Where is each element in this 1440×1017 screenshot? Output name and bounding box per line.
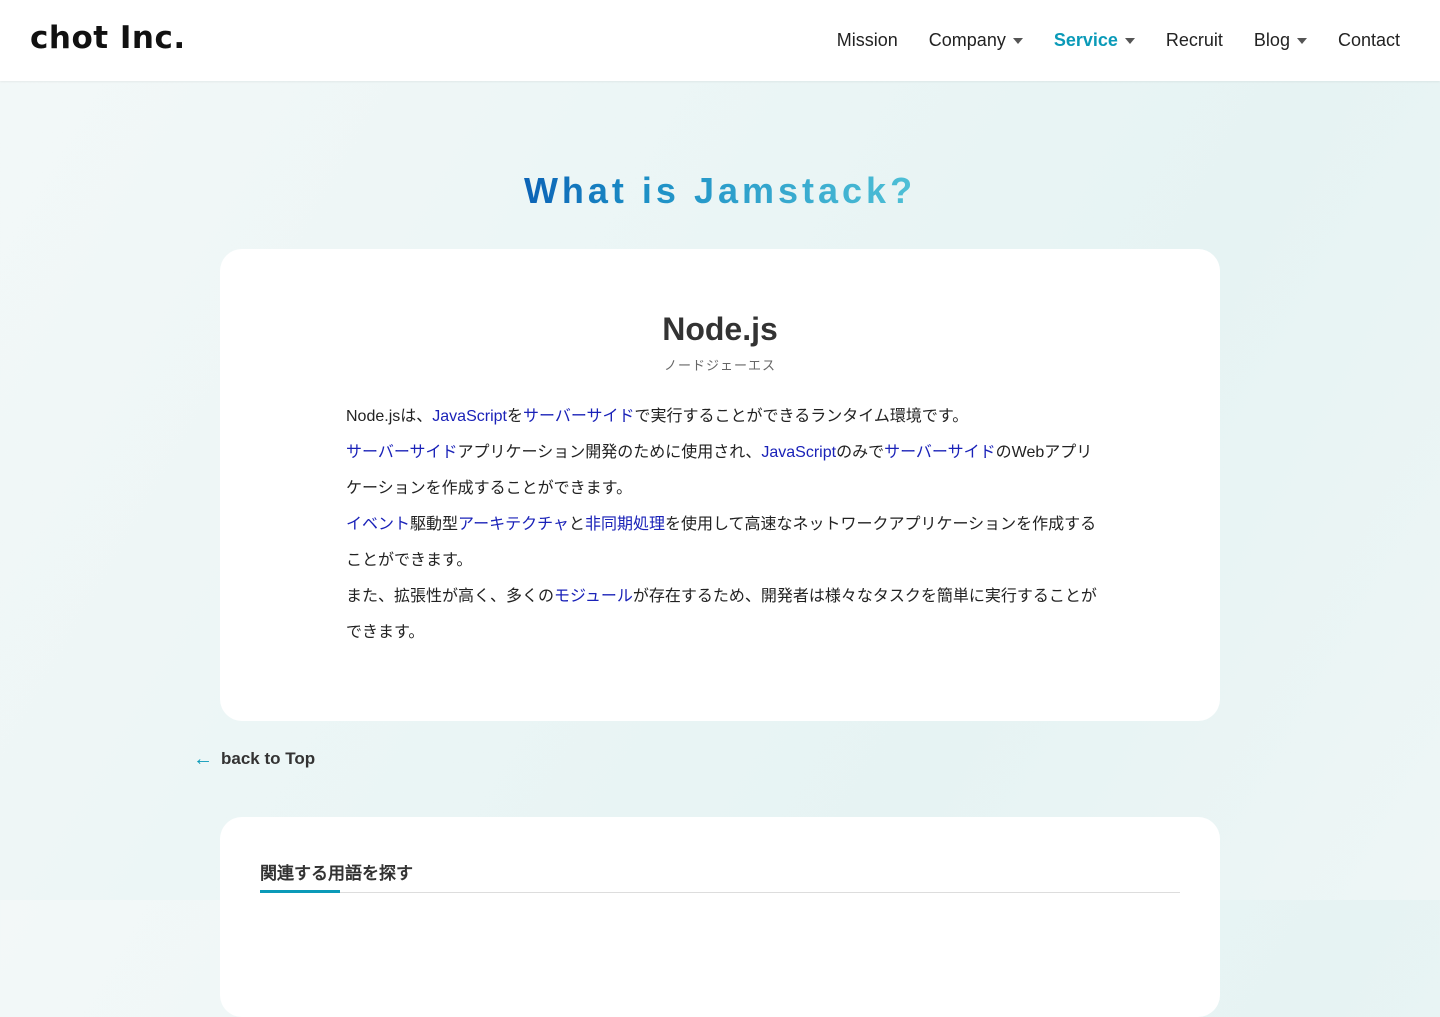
description-text: Node.jsは、	[346, 408, 433, 425]
description-paragraph: また、拡張性が高く、多くのモジュールが存在するため、開発者は様々なタスクを簡単に…	[346, 579, 1106, 651]
term-name: Node.js	[662, 311, 778, 347]
description-text: のみで	[836, 444, 885, 461]
description-text: と	[568, 516, 585, 533]
active-tab-underline	[260, 890, 340, 893]
description-text: アプリケーション開発のために使用され、	[457, 444, 762, 461]
glossary-link[interactable]: サーバーサイド	[346, 444, 458, 461]
description-text: で実行することができるランタイム環境です。	[634, 408, 969, 425]
term-reading: ノードジェーエス	[663, 358, 776, 373]
caret-down-icon	[1124, 37, 1135, 44]
glossary-link[interactable]: JavaScript	[432, 408, 507, 425]
caret-down-icon	[1296, 37, 1307, 44]
nav-item-company[interactable]: Company	[929, 30, 1023, 51]
nav-item-label: Company	[928, 30, 1006, 50]
nav-item-label: Blog	[1253, 30, 1290, 50]
nav-item-mission[interactable]: Mission	[837, 30, 898, 51]
related-terms-card: 関連する用語を探す	[220, 817, 1220, 1017]
nav-item-label: Contact	[1337, 30, 1400, 50]
nav-item-contact[interactable]: Contact	[1338, 30, 1400, 51]
glossary-link[interactable]: JavaScript	[761, 444, 836, 461]
term-description: Node.jsは、JavaScriptをサーバーサイドで実行することができるラン…	[346, 399, 1106, 651]
nav-item-service[interactable]: Service	[1054, 30, 1135, 51]
hero-title: What is Jamstack?	[0, 170, 1440, 212]
description-text: を	[506, 408, 523, 425]
glossary-link[interactable]: モジュール	[554, 588, 633, 605]
divider	[260, 892, 1180, 893]
description-paragraph: サーバーサイドアプリケーション開発のために使用され、JavaScriptのみでサ…	[346, 435, 1106, 507]
description-paragraph: Node.jsは、JavaScriptをサーバーサイドで実行することができるラン…	[346, 399, 1106, 435]
related-terms-title: 関連する用語を探す	[260, 864, 413, 883]
glossary-link[interactable]: 非同期処理	[585, 516, 665, 533]
arrow-left-icon: ←	[193, 748, 213, 770]
description-text: また、拡張性が高く、多くの	[346, 588, 555, 605]
site-header: chot Inc. Mission Company Service Recruit Bl…	[0, 0, 1440, 81]
glossary-link[interactable]: イベント	[346, 516, 410, 533]
hero-title-text: What is Jamstack?	[523, 170, 917, 211]
description-paragraph: イベント駆動型アーキテクチャと非同期処理を使用して高速なネットワークアプリケーシ…	[346, 507, 1106, 579]
nav-item-label: Mission	[836, 30, 898, 50]
glossary-link[interactable]: サーバーサイド	[523, 408, 635, 425]
nav-item-label: Service	[1053, 30, 1118, 50]
nav-item-blog[interactable]: Blog	[1254, 30, 1307, 51]
glossary-link[interactable]: サーバーサイド	[884, 444, 996, 461]
term-card: Node.js ノードジェーエス Node.jsは、JavaScriptをサーバ…	[220, 249, 1220, 721]
nav-item-recruit[interactable]: Recruit	[1166, 30, 1223, 51]
logo[interactable]: chot Inc.	[30, 20, 186, 56]
caret-down-icon	[1012, 37, 1023, 44]
back-to-top-link[interactable]: ← back to Top	[193, 746, 315, 772]
glossary-link[interactable]: アーキテクチャ	[458, 516, 569, 533]
main-nav: Mission Company Service Recruit Blog Contact	[806, 0, 1400, 81]
nav-item-label: Recruit	[1165, 30, 1223, 50]
back-to-top-label: back to Top	[221, 749, 316, 768]
description-text: 駆動型	[410, 516, 459, 533]
